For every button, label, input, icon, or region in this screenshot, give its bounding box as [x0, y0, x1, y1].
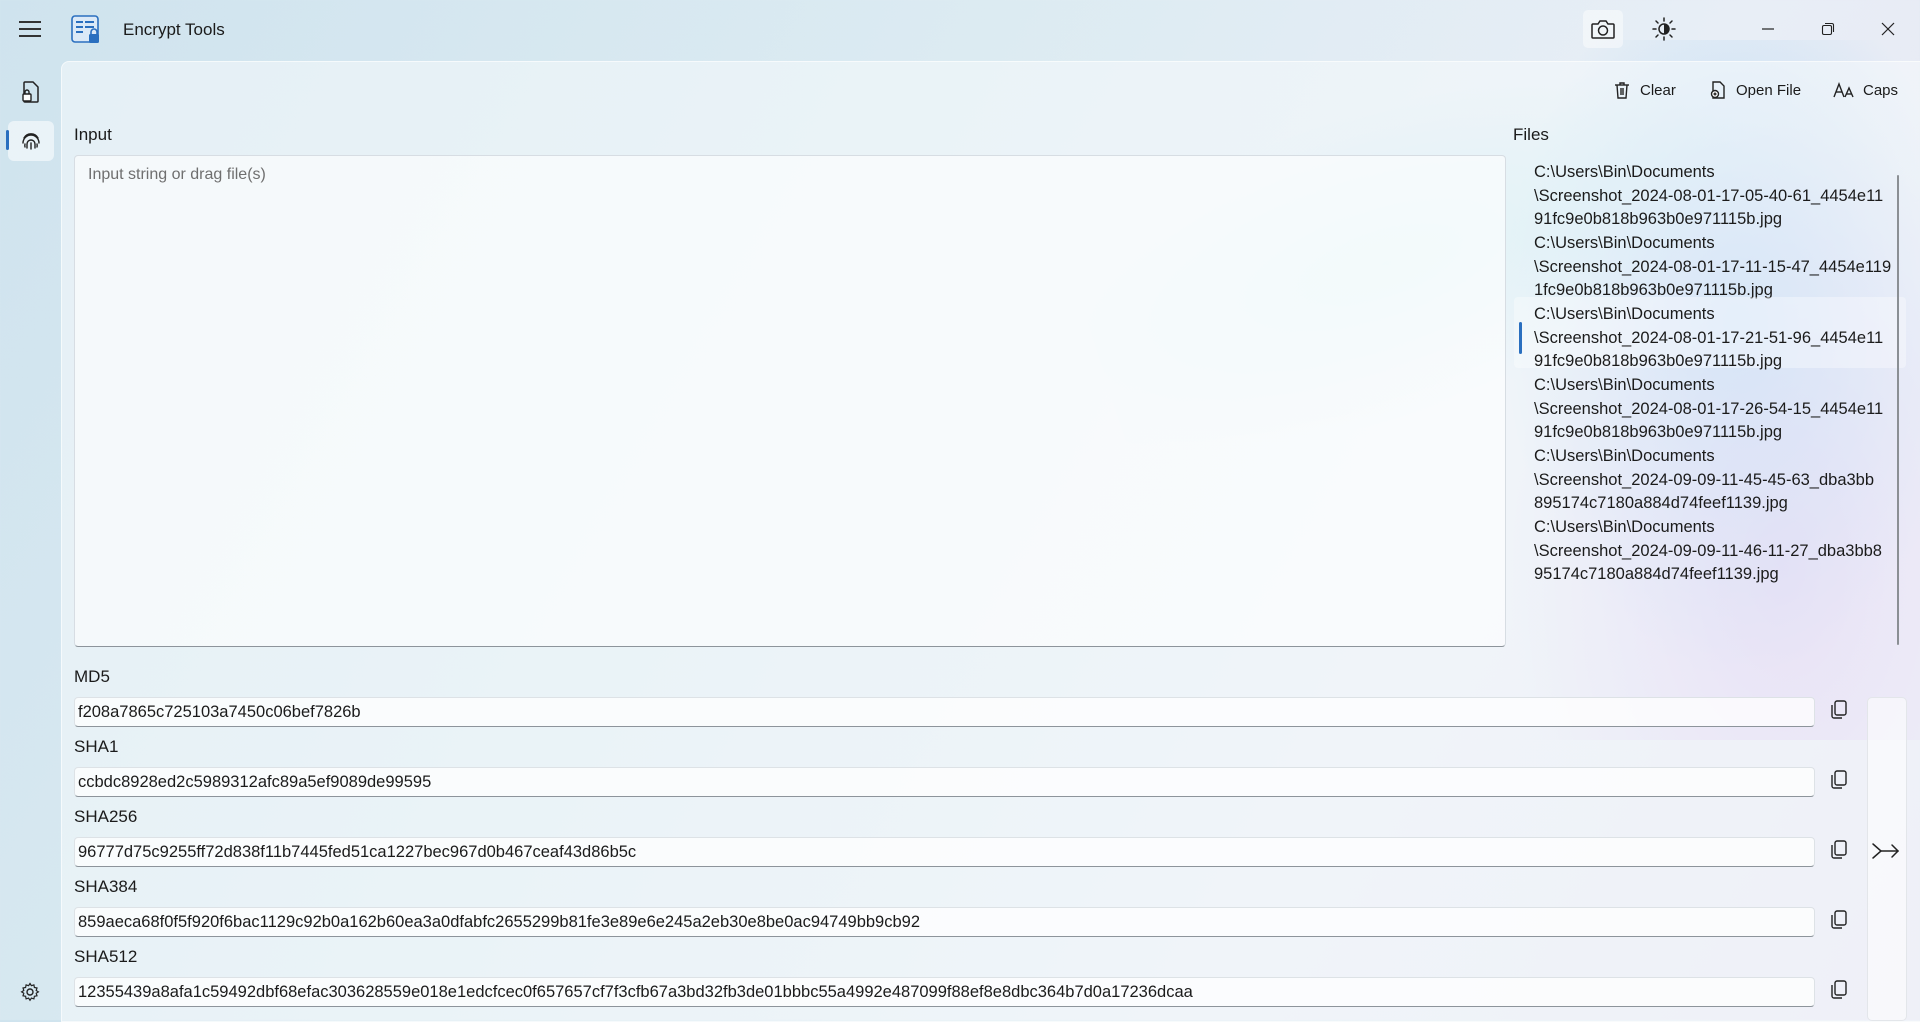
- brightness-icon[interactable]: [1644, 10, 1684, 48]
- copy-icon[interactable]: [1824, 764, 1854, 794]
- clear-button[interactable]: Clear: [1612, 75, 1676, 105]
- file-list-item[interactable]: C:\Users\Bin\Documents \Screenshot_2024-0…: [1514, 368, 1906, 441]
- trash-icon: [1615, 82, 1629, 99]
- open-file-button[interactable]: Open File: [1708, 75, 1801, 105]
- file-list-item[interactable]: C:\Users\Bin\Documents \Screenshot_2024-0…: [1514, 155, 1906, 228]
- file-path-line: C:\Users\Bin\Documents: [1534, 447, 1715, 465]
- hash-label-md5: MD5: [74, 667, 110, 686]
- hash-label-sha384: SHA384: [74, 877, 138, 896]
- file-path-line: 95174c7180a884d74feef1139.jpg: [1534, 565, 1779, 583]
- file-list-item[interactable]: C:\Users\Bin\Documents \Screenshot_2024-0…: [1514, 510, 1906, 583]
- file-path-line: \Screenshot_2024-09-09-11-46-11-27_dba3b…: [1534, 541, 1882, 560]
- files-scrollbar[interactable]: [1897, 175, 1899, 645]
- file-path-line: C:\Users\Bin\Documents: [1534, 376, 1715, 394]
- app-logo-icon: [71, 15, 99, 43]
- hash-label-sha512: SHA512: [74, 947, 138, 966]
- copy-icon[interactable]: [1824, 904, 1854, 934]
- hash-field-sha512[interactable]: 12355439a8afa1c59492dbf68efac303628559e0…: [74, 977, 1815, 1007]
- input-placeholder: Input string or drag file(s): [88, 166, 266, 183]
- copy-icon[interactable]: [1824, 974, 1854, 1004]
- file-path-line: C:\Users\Bin\Documents: [1534, 518, 1715, 536]
- file-path-line: \Screenshot_2024-08-01-17-21-51-96_4454e…: [1534, 328, 1884, 347]
- copy-icon[interactable]: [1824, 834, 1854, 864]
- file-path-line: C:\Users\Bin\Documents: [1534, 234, 1715, 252]
- file-path-line: C:\Users\Bin\Documents: [1534, 163, 1715, 181]
- file-list-item[interactable]: C:\Users\Bin\Documents \Screenshot_2024-0…: [1514, 226, 1906, 299]
- camera-icon[interactable]: [1583, 10, 1623, 48]
- open-file-icon: [1710, 81, 1725, 99]
- hash-label-sha1: SHA1: [74, 737, 119, 756]
- nav-item-file-encrypt[interactable]: [8, 72, 54, 112]
- file-path-line: \Screenshot_2024-08-01-17-26-54-15_4454e…: [1534, 399, 1884, 418]
- hash-field-md5[interactable]: f208a7865c725103a7450c06bef7826b: [74, 697, 1815, 727]
- restore-icon[interactable]: [1805, 10, 1851, 48]
- input-textarea[interactable]: Input string or drag file(s): [74, 155, 1506, 647]
- hash-field-sha384[interactable]: 859aeca68f0f5f920f6bac1129c92b0a162b60ea…: [74, 907, 1815, 937]
- arrow-right-icon[interactable]: [1868, 835, 1904, 867]
- file-path-line: \Screenshot_2024-08-01-17-11-15-47_4454e…: [1534, 257, 1892, 276]
- fingerprint-icon: [22, 133, 40, 150]
- title-bar: Encrypt Tools: [0, 0, 1920, 60]
- file-list-item[interactable]: C:\Users\Bin\Documents \Screenshot_2024-0…: [1514, 297, 1906, 370]
- hash-field-sha256[interactable]: 96777d75c9255ff72d838f11b7445fed51ca1227…: [74, 837, 1815, 867]
- files-label: Files: [1513, 125, 1549, 144]
- input-label: Input: [74, 125, 112, 144]
- file-list-item[interactable]: C:\Users\Bin\Documents \Screenshot_2024-0…: [1514, 439, 1906, 512]
- open-file-label: Open File: [1736, 81, 1802, 99]
- files-list[interactable]: C:\Users\Bin\Documents \Screenshot_2024-0…: [1514, 155, 1906, 649]
- file-lock-icon: [22, 81, 39, 103]
- close-icon[interactable]: [1865, 10, 1911, 48]
- nav-active-indicator: [6, 130, 9, 150]
- clear-label: Clear: [1640, 81, 1676, 99]
- gear-icon[interactable]: [16, 978, 44, 1006]
- file-path-line: \Screenshot_2024-08-01-17-05-40-61_4454e…: [1534, 186, 1884, 205]
- hash-label-sha256: SHA256: [74, 807, 138, 826]
- nav-item-hash[interactable]: [8, 121, 54, 161]
- font-size-icon: [1833, 82, 1854, 98]
- hash-field-sha1[interactable]: ccbdc8928ed2c5989312afc89a5ef9089de99595: [74, 767, 1815, 797]
- caps-button[interactable]: Caps: [1833, 75, 1898, 105]
- app-title: Encrypt Tools: [123, 20, 225, 39]
- file-path-line: \Screenshot_2024-09-09-11-45-45-63_dba3b…: [1534, 470, 1875, 489]
- file-path-line: C:\Users\Bin\Documents: [1534, 305, 1715, 323]
- caps-label: Caps: [1863, 81, 1899, 99]
- copy-icon[interactable]: [1824, 694, 1854, 724]
- hamburger-icon[interactable]: [16, 16, 44, 44]
- minimize-icon[interactable]: [1745, 10, 1791, 48]
